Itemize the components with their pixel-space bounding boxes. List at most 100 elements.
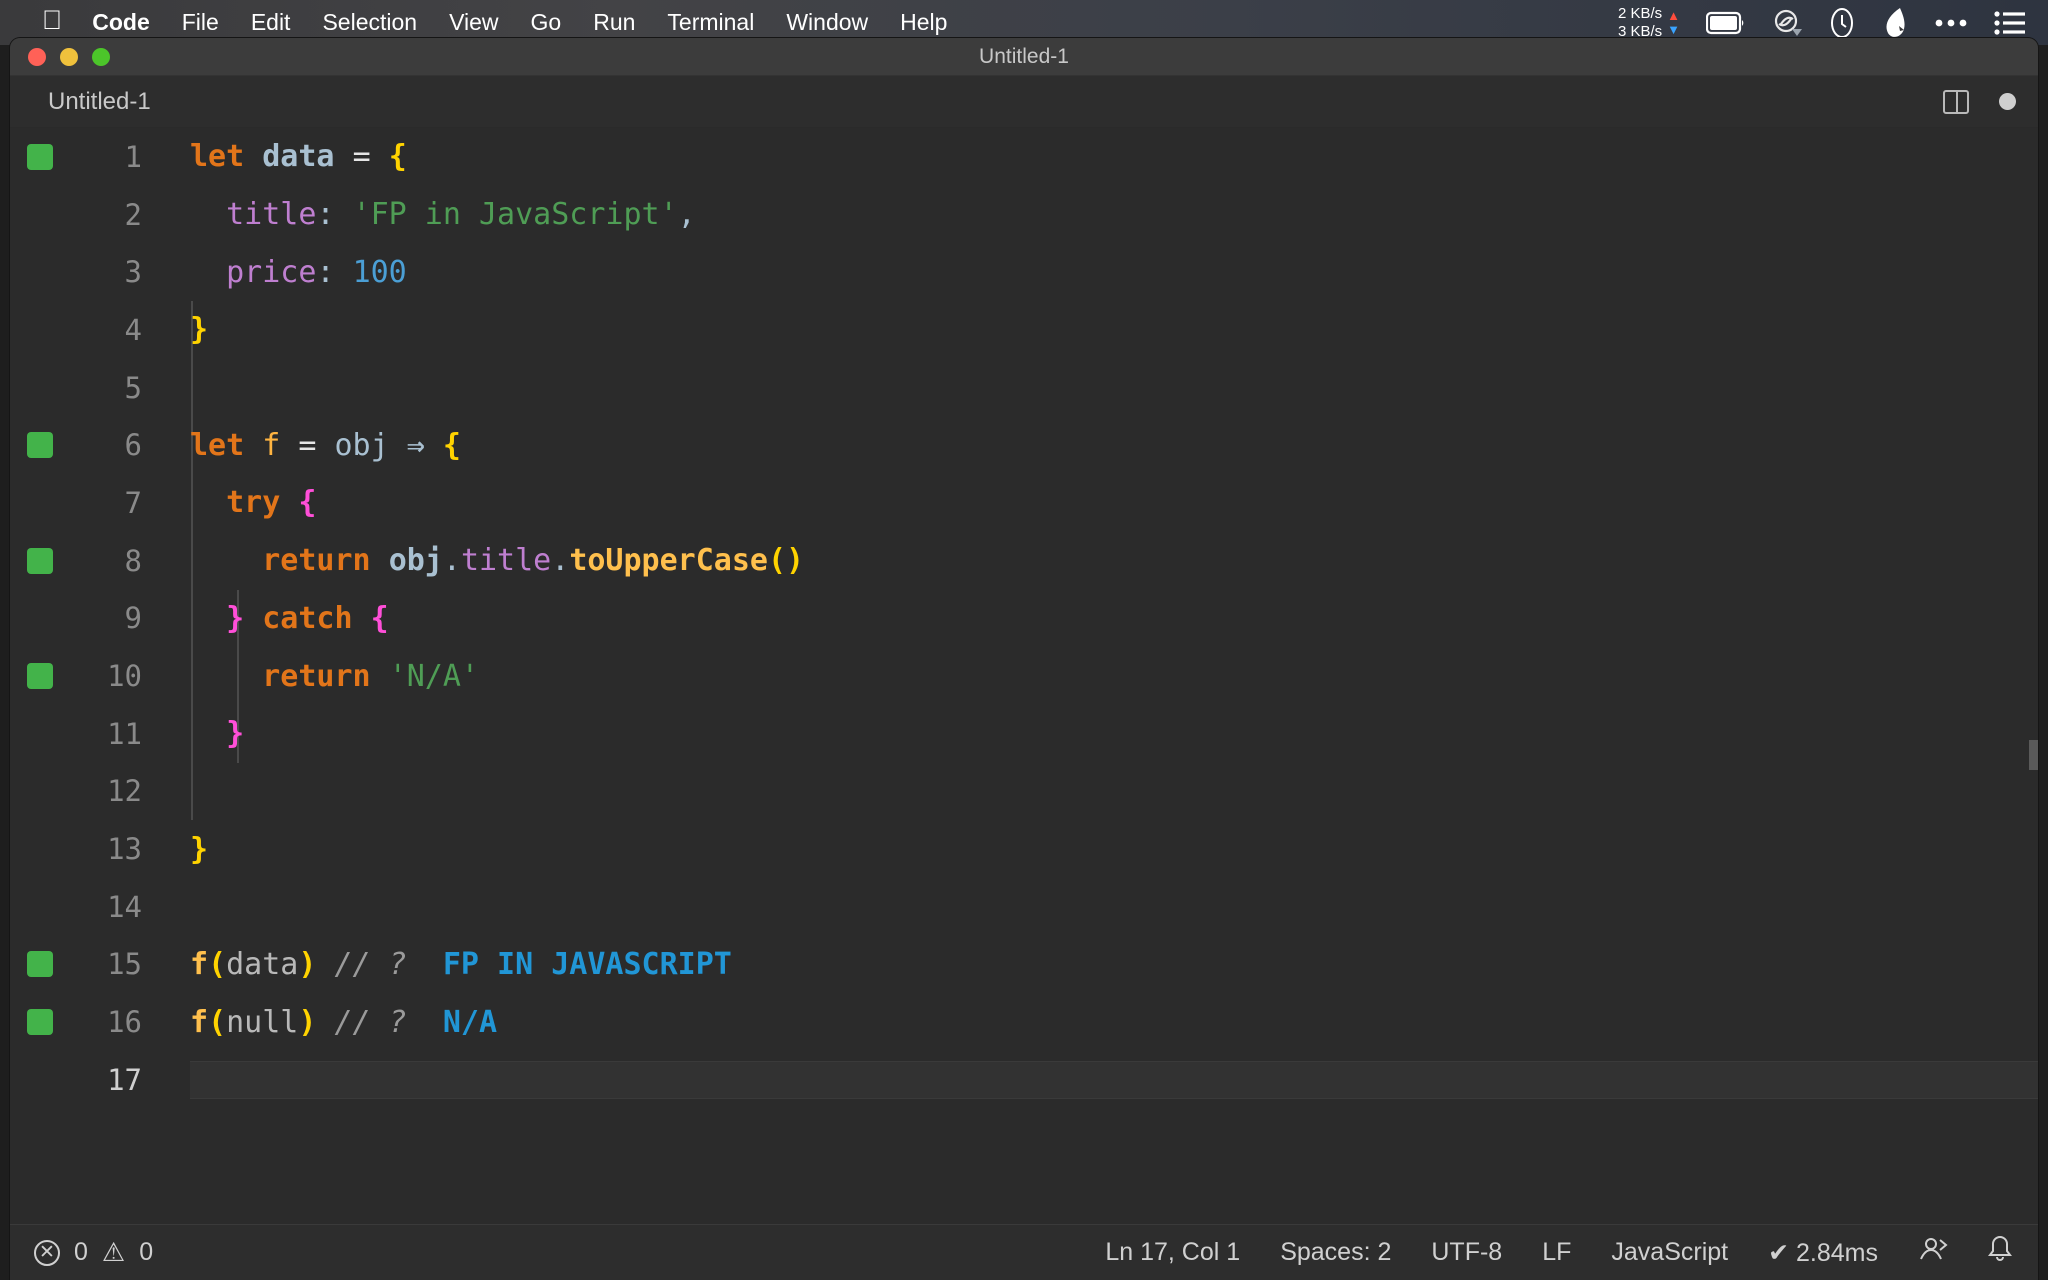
line-content[interactable]: price: 100 [142,255,407,290]
code-line[interactable]: 17 [10,1051,2038,1109]
encoding-setting[interactable]: UTF-8 [1431,1238,1502,1267]
menu-item-file[interactable]: File [182,9,219,36]
code-line[interactable]: 3 price: 100 [10,243,2038,301]
line-content[interactable]: } [142,716,244,751]
quokka-status[interactable]: ✔ 2.84ms [1768,1238,1878,1268]
line-content[interactable]: } [142,312,208,347]
warning-icon: ⚠ [101,1237,126,1267]
line-number: 7 [124,485,142,520]
line-content[interactable]: } catch { [142,601,389,636]
menu-bar-status-icons: 2 KB/s 3 KB/s ▲ ▼ [1618,5,2026,40]
language-mode[interactable]: JavaScript [1611,1238,1728,1267]
menu-item-selection[interactable]: Selection [322,9,417,36]
battery-icon[interactable] [1706,11,1746,35]
line-number: 12 [107,774,142,809]
network-speed-indicator[interactable]: 2 KB/s 3 KB/s ▲ ▼ [1618,5,1680,40]
line-number: 13 [107,832,142,867]
line-number: 5 [124,370,142,405]
code-line[interactable]: 9 } catch { [10,590,2038,648]
line-number: 3 [124,255,142,290]
quokka-marker [10,547,70,574]
quokka-marker [10,143,70,170]
code-line[interactable]: 1 let data = { [10,128,2038,186]
quokka-inline-result: N/A [442,1004,498,1040]
code-line[interactable]: 14 [10,878,2038,936]
line-number: 16 [107,1005,142,1040]
quokka-comment: // ? [334,1004,407,1040]
unsaved-indicator-icon[interactable] [1999,93,2016,110]
code-line[interactable]: 5 [10,359,2038,417]
upload-arrow-icon: ▲ [1667,7,1680,23]
eol-setting[interactable]: LF [1542,1238,1571,1267]
line-content[interactable]: let data = { [142,139,407,174]
tab-untitled-1[interactable]: Untitled-1 [48,88,151,116]
line-content[interactable]: let f = obj ⇒ { [142,428,461,463]
line-number: 2 [124,197,142,232]
network-upload-speed: 2 KB/s [1617,5,1663,23]
window-title: Untitled-1 [979,44,1069,68]
line-content[interactable]: } [142,832,208,867]
code-line[interactable]: 11 } [10,705,2038,763]
more-options-icon[interactable] [1934,18,1968,28]
code-line[interactable]: 7 try { [10,474,2038,532]
menu-item-window[interactable]: Window [786,9,868,36]
line-content[interactable]: try { [142,485,316,520]
status-bar-right: Ln 17, Col 1 Spaces: 2 UTF-8 LF JavaScri… [1105,1235,2012,1270]
status-problems[interactable]: ✕ 0 ⚠ 0 [34,1237,153,1268]
menu-item-edit[interactable]: Edit [251,9,291,36]
quokka-inline-result: FP IN JAVASCRIPT [442,946,732,982]
menu-item-terminal[interactable]: Terminal [667,9,754,36]
line-number: 9 [124,601,142,636]
menu-item-run[interactable]: Run [593,9,635,36]
line-number: 15 [107,947,142,982]
code-editor[interactable]: 1 let data = { 2 title: 'FP in JavaScrip… [10,128,2038,1163]
line-content[interactable]: f(null) // ? N/A [142,1005,497,1040]
download-arrow-icon: ▼ [1667,21,1680,37]
line-content[interactable]: title: 'FP in JavaScript', [142,197,696,232]
code-line[interactable]: 4 } [10,301,2038,359]
editor-tab-bar: Untitled-1 [10,76,2038,128]
warning-count: 0 [139,1238,154,1266]
quokka-comment: // ? [334,946,407,982]
code-line[interactable]: 13 } [10,820,2038,878]
quokka-marker [10,1009,70,1036]
split-editor-icon[interactable] [1943,89,1969,114]
menu-item-go[interactable]: Go [531,9,562,36]
editor-window: Untitled-1 Untitled-1 1 let data = { 2 t… [10,38,2038,1280]
notifications-bell-icon[interactable] [1988,1235,2012,1270]
code-line[interactable]: 15 f(data) // ? FP IN JAVASCRIPT [10,936,2038,994]
tab-bar-actions [1943,89,2016,114]
apple-logo-icon[interactable]:  [42,7,62,34]
code-line[interactable]: 12 [10,763,2038,821]
quokka-marker [10,951,70,978]
code-line[interactable]: 8 return obj.title.toUpperCase() [10,532,2038,590]
line-number: 11 [107,716,142,751]
control-center-icon[interactable] [1994,10,2026,36]
editor-scrollbar-thumb[interactable] [2029,740,2038,770]
cloud-sync-icon[interactable] [1772,8,1802,38]
line-number: 14 [107,889,142,924]
indentation-setting[interactable]: Spaces: 2 [1280,1238,1391,1267]
time-machine-icon[interactable] [1828,7,1856,39]
window-title-bar[interactable]: Untitled-1 [10,38,2038,76]
menu-item-view[interactable]: View [449,9,498,36]
cursor-position[interactable]: Ln 17, Col 1 [1105,1238,1240,1267]
app-leaf-icon[interactable] [1882,7,1908,39]
remote-window-icon[interactable] [1918,1236,1948,1269]
line-content[interactable]: return obj.title.toUpperCase() [142,543,804,578]
line-number: 4 [124,312,142,347]
line-content[interactable]: f(data) // ? FP IN JAVASCRIPT [142,947,732,982]
status-bar: ✕ 0 ⚠ 0 Ln 17, Col 1 Spaces: 2 UTF-8 LF … [10,1224,2038,1280]
line-content[interactable]: return 'N/A' [142,659,479,694]
line-number: 8 [124,543,142,578]
line-number: 10 [107,659,142,694]
quokka-marker [10,663,70,690]
code-line[interactable]: 10 return 'N/A' [10,647,2038,705]
line-number: 1 [124,139,142,174]
menu-item-help[interactable]: Help [900,9,947,36]
code-line[interactable]: 6 let f = obj ⇒ { [10,416,2038,474]
code-line[interactable]: 16 f(null) // ? N/A [10,993,2038,1051]
current-line-highlight [190,1060,2038,1099]
code-line[interactable]: 2 title: 'FP in JavaScript', [10,186,2038,244]
menu-item-code[interactable]: Code [92,9,150,36]
